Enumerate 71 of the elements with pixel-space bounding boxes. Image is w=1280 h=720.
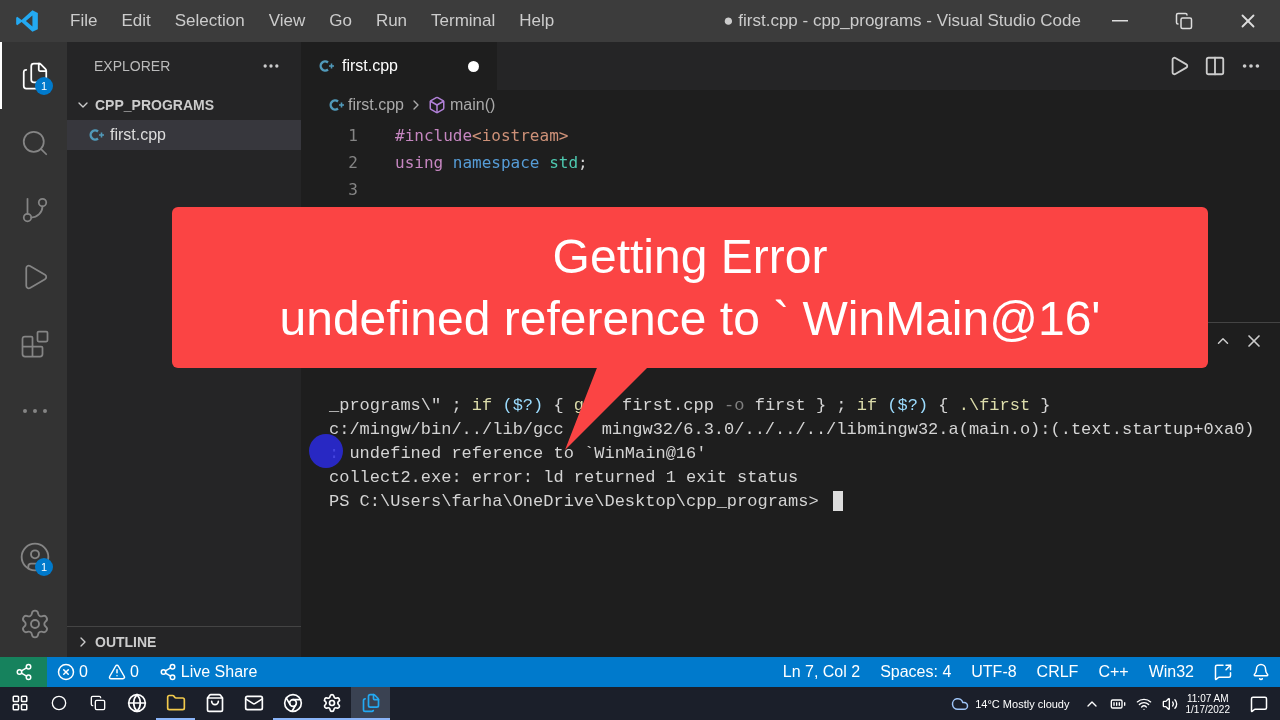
menu-item[interactable]: Run: [363, 11, 420, 31]
breadcrumb[interactable]: main(): [450, 96, 496, 114]
cube-icon: [428, 96, 446, 114]
more-icon: [22, 408, 47, 413]
terminal-text: mingw32/6.3.0/../../../libmingw32.a(main.o):(.text.startup+0xa0): [601, 419, 1255, 439]
split-editor-icon[interactable]: [1204, 55, 1226, 77]
clock-date[interactable]: 1/17/2022: [1185, 703, 1230, 715]
folder-row[interactable]: CPP_PROGRAMS: [67, 90, 301, 120]
weather-text[interactable]: 14°C Mostly cloudy: [975, 697, 1070, 710]
menu-item[interactable]: View: [256, 11, 318, 31]
files-icon: [165, 692, 186, 713]
live-share-status[interactable]: Live Share: [148, 663, 268, 681]
line-number: 2: [347, 153, 359, 172]
store-icon: [204, 692, 225, 713]
chrome-icon: [282, 692, 303, 713]
count-badge: 1: [35, 77, 53, 95]
breadcrumb[interactable]: first.cpp: [348, 96, 404, 114]
feedback-icon[interactable]: [1214, 663, 1232, 681]
app-logo-icon: [14, 8, 40, 34]
warnings-status[interactable]: 0: [97, 663, 149, 681]
windows-icon: [10, 693, 29, 712]
terminal-text: collect2.exe: error: ld returned 1 exit status: [329, 467, 799, 487]
terminal-text: PS C:\Users\farha\OneDrive\Desktop\cpp_programs>: [329, 491, 820, 511]
errors-status[interactable]: 0: [47, 663, 98, 681]
cpp-file-icon: [329, 98, 344, 112]
window-title: ● first.cpp - cpp_programs - Visual Studio Code: [722, 11, 1081, 31]
count-badge: 1: [35, 558, 53, 576]
share-icon: [158, 663, 177, 681]
menu-item[interactable]: File: [58, 11, 110, 31]
search-icon: [50, 694, 67, 711]
editor-tab[interactable]: first.cpp: [301, 42, 497, 90]
clock-time[interactable]: 11:07 AM: [1187, 692, 1229, 704]
line-number: 3: [347, 180, 359, 199]
warning-icon: [107, 663, 126, 681]
menu-item[interactable]: Selection: [162, 11, 257, 31]
error-icon: [57, 663, 75, 681]
callout-text: Getting Error: [552, 228, 828, 285]
remote-button[interactable]: [0, 657, 47, 687]
minimize-icon: [1112, 20, 1128, 22]
status-item[interactable]: CRLF: [1026, 663, 1089, 681]
task-view-icon: [89, 694, 106, 711]
callout-text: undefined reference to ` WinMain@16': [279, 290, 1101, 347]
account-button[interactable]: 1: [0, 523, 67, 590]
unsaved-dot: [468, 60, 479, 72]
bell-icon[interactable]: [1252, 663, 1270, 681]
volume-icon[interactable]: [1161, 695, 1178, 712]
remote-icon: [14, 663, 33, 681]
menu-item[interactable]: Terminal: [419, 11, 508, 31]
status-item[interactable]: Ln 7, Col 2: [772, 663, 871, 681]
menu-item[interactable]: Edit: [109, 11, 163, 31]
cpp-file-icon: [89, 128, 104, 142]
terminal-text: c:/mingw/bin/../lib/gcc: [329, 419, 564, 439]
terminal-text: first.cpp -o first } ; if ($?) { .\first }: [622, 395, 1051, 415]
cpp-file-icon: [319, 59, 334, 73]
settings-icon: [321, 692, 342, 713]
restore-icon: [1175, 12, 1193, 30]
code-line: #include<iostream>: [395, 126, 569, 145]
sidebar-title: EXPLORER: [94, 58, 171, 74]
notifications-icon[interactable]: [1250, 694, 1268, 713]
file-row[interactable]: first.cpp: [67, 120, 301, 150]
code-line: using namespace std;: [395, 153, 588, 172]
status-item[interactable]: Win32: [1138, 663, 1204, 681]
terminal-text: : undefined reference to `WinMain@16': [329, 443, 707, 463]
line-number: 1: [347, 126, 359, 145]
account-icon: [18, 540, 51, 573]
status-item[interactable]: UTF-8: [961, 663, 1027, 681]
menu-item[interactable]: Help: [507, 11, 567, 31]
status-item[interactable]: C++: [1088, 663, 1139, 681]
extensions-icon: [19, 328, 50, 359]
status-item[interactable]: Spaces: 4: [870, 663, 962, 681]
menu-item[interactable]: Go: [317, 11, 364, 31]
